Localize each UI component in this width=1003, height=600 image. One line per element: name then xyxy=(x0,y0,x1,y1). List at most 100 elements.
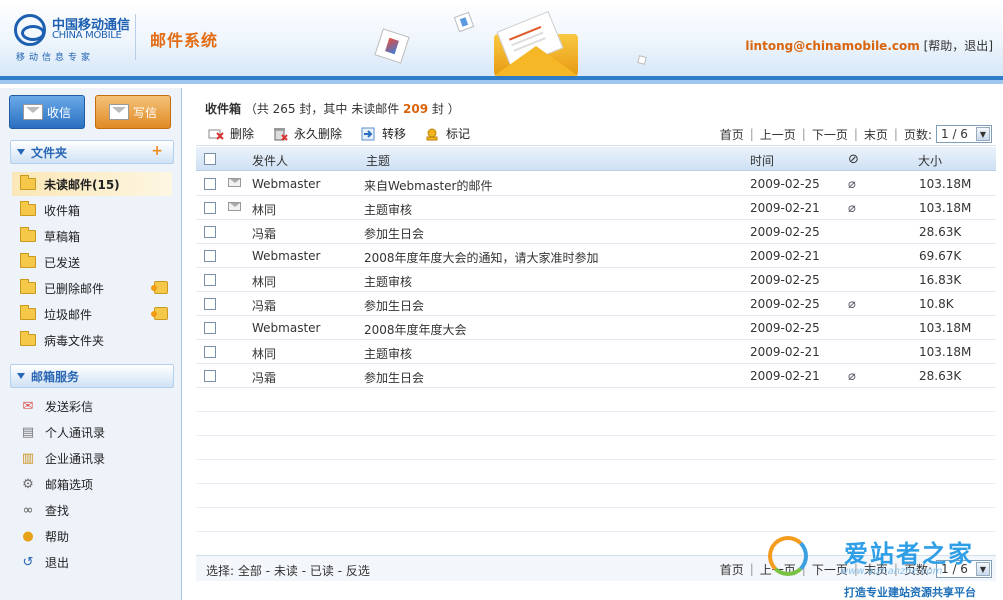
trash-icon xyxy=(272,127,288,141)
service-company-contacts[interactable]: ▥ 企业通讯录 xyxy=(20,446,172,470)
mail-subject[interactable]: 2008年度年度大会的通知，请大家准时参加 xyxy=(364,249,599,266)
folder-virus[interactable]: 病毒文件夹 xyxy=(20,328,172,352)
china-mobile-logo: 中国移动通信 CHINA MOBILE 移动信息专家 xyxy=(14,12,136,63)
first-page-link[interactable]: 首页 xyxy=(720,126,744,143)
folder-inbox[interactable]: 收件箱 xyxy=(20,198,172,222)
mail-row[interactable]: 林同 主题审核 2009-02-21 103.18M xyxy=(196,340,996,364)
mail-row[interactable]: 林同 主题审核 2009-02-21 103.18M ⌀ xyxy=(196,196,996,220)
pages-label: 页数: xyxy=(903,127,932,142)
folder-drafts[interactable]: 草稿箱 xyxy=(20,224,172,248)
mail-row[interactable]: 冯霜 参加生日会 2009-02-21 28.63K ⌀ xyxy=(196,364,996,388)
service-personal-contacts[interactable]: ▤ 个人通讯录 xyxy=(20,420,172,444)
next-page-link[interactable]: 下一页 xyxy=(812,126,848,143)
mail-row[interactable]: Webmaster 2008年度年度大会的通知，请大家准时参加 2009-02-21… xyxy=(196,244,996,268)
select-dash: - xyxy=(301,564,307,578)
row-checkbox[interactable] xyxy=(204,346,216,358)
add-folder-icon[interactable]: + xyxy=(151,143,163,159)
folder-unread[interactable]: 未读邮件(15) xyxy=(12,172,172,196)
mail-subject[interactable]: 参加生日会 xyxy=(364,225,424,242)
mark-button[interactable]: 标记 xyxy=(424,125,470,142)
select-invert-link[interactable]: 反选 xyxy=(346,564,370,578)
mail-sender[interactable]: Webmaster xyxy=(252,177,320,191)
row-checkbox[interactable] xyxy=(204,298,216,310)
mail-subject[interactable]: 参加生日会 xyxy=(364,369,424,386)
mail-sender[interactable]: 冯霜 xyxy=(252,225,276,242)
mail-table-header: 发件人 主题 时间 ⊘ 大小 xyxy=(196,147,996,171)
select-label: 选择: xyxy=(206,564,235,578)
page-select[interactable]: 1 / 6 ▼ xyxy=(936,125,992,143)
select-read-link[interactable]: 已读 xyxy=(310,564,334,578)
first-page-link[interactable]: 首页 xyxy=(720,561,744,578)
row-checkbox[interactable] xyxy=(204,250,216,262)
flying-letter-tiny-icon xyxy=(637,55,647,65)
envelope-banner-icon xyxy=(492,10,580,76)
services-section-header[interactable]: 邮箱服务 xyxy=(10,364,174,388)
mail-subject[interactable]: 参加生日会 xyxy=(364,297,424,314)
service-search[interactable]: ∞ 查找 xyxy=(20,498,172,522)
empty-folder-icon[interactable] xyxy=(151,281,168,294)
page-select-value: 1 / 6 xyxy=(941,127,968,141)
mail-sender[interactable]: Webmaster xyxy=(252,321,320,335)
folder-icon xyxy=(20,305,36,320)
help-link[interactable]: 帮助 xyxy=(928,39,952,53)
last-page-link[interactable]: 末页 xyxy=(864,126,888,143)
row-checkbox[interactable] xyxy=(204,370,216,382)
select-all-checkbox[interactable] xyxy=(204,153,216,165)
folder-deleted[interactable]: 已删除邮件 xyxy=(20,276,172,300)
prev-page-link[interactable]: 上一页 xyxy=(760,126,796,143)
select-unread-link[interactable]: 未读 xyxy=(274,564,298,578)
mail-time: 2009-02-25 xyxy=(750,225,820,239)
watermark-title: 爱站者之家 xyxy=(844,540,974,568)
folder-junk[interactable]: 垃圾邮件 xyxy=(20,302,172,326)
mail-time: 2009-02-25 xyxy=(750,297,820,311)
move-button[interactable]: 转移 xyxy=(360,125,406,142)
delete-button[interactable]: 删除 xyxy=(208,125,254,142)
collapse-arrow-icon xyxy=(17,373,25,379)
exit-icon: ↺ xyxy=(22,554,34,570)
mail-sender[interactable]: 冯霜 xyxy=(252,297,276,314)
folders-section-header[interactable]: 文件夹 + xyxy=(10,140,174,164)
row-checkbox[interactable] xyxy=(204,226,216,238)
mail-subject[interactable]: 来自Webmaster的邮件 xyxy=(364,177,492,194)
mail-row[interactable]: Webmaster 来自Webmaster的邮件 2009-02-25 103.18M… xyxy=(196,172,996,196)
mail-sender[interactable]: Webmaster xyxy=(252,249,320,263)
receive-mail-button[interactable]: 收信 xyxy=(9,95,85,129)
mail-sender[interactable]: 林同 xyxy=(252,201,276,218)
logout-link[interactable]: 退出 xyxy=(964,39,988,53)
mail-sender[interactable]: 冯霜 xyxy=(252,369,276,386)
row-checkbox[interactable] xyxy=(204,202,216,214)
mail-row[interactable]: 林同 主题审核 2009-02-25 16.83K xyxy=(196,268,996,292)
service-help[interactable]: ● 帮助 xyxy=(20,524,172,548)
row-checkbox[interactable] xyxy=(204,178,216,190)
select-all-link[interactable]: 全部 xyxy=(238,564,262,578)
mail-size: 69.67K xyxy=(919,249,962,263)
service-mailbox-options[interactable]: ⚙ 邮箱选项 xyxy=(20,472,172,496)
folder-sent[interactable]: 已发送 xyxy=(20,250,172,274)
column-subject[interactable]: 主题 xyxy=(366,152,390,169)
compose-mail-button[interactable]: 写信 xyxy=(95,95,171,129)
service-label: 发送彩信 xyxy=(45,399,94,414)
mail-subject[interactable]: 主题审核 xyxy=(364,345,412,362)
service-exit[interactable]: ↺ 退出 xyxy=(20,550,172,574)
column-size[interactable]: 大小 xyxy=(918,152,942,169)
column-sender[interactable]: 发件人 xyxy=(252,152,288,169)
mail-subject[interactable]: 主题审核 xyxy=(364,201,412,218)
folders-section-title: 文件夹 xyxy=(31,145,68,160)
mail-row[interactable]: 冯霜 参加生日会 2009-02-25 10.8K ⌀ xyxy=(196,292,996,316)
header-divider xyxy=(135,14,136,60)
mail-sender[interactable]: 林同 xyxy=(252,273,276,290)
delete-forever-button[interactable]: 永久删除 xyxy=(272,125,342,142)
empty-folder-icon[interactable] xyxy=(151,307,168,320)
mail-time: 2009-02-21 xyxy=(750,369,820,383)
row-checkbox[interactable] xyxy=(204,322,216,334)
paperclip-icon: ⌀ xyxy=(848,177,856,192)
mail-sender[interactable]: 林同 xyxy=(252,345,276,362)
mail-row[interactable]: 冯霜 参加生日会 2009-02-25 28.63K xyxy=(196,220,996,244)
column-time[interactable]: 时间 xyxy=(750,152,774,169)
mail-subject[interactable]: 2008年度年度大会 xyxy=(364,321,467,338)
row-checkbox[interactable] xyxy=(204,274,216,286)
mail-size: 103.18M xyxy=(919,201,972,215)
mail-row[interactable]: Webmaster 2008年度年度大会 2009-02-25 103.18M xyxy=(196,316,996,340)
service-send-mms[interactable]: ✉ 发送彩信 xyxy=(20,394,172,418)
mail-subject[interactable]: 主题审核 xyxy=(364,273,412,290)
